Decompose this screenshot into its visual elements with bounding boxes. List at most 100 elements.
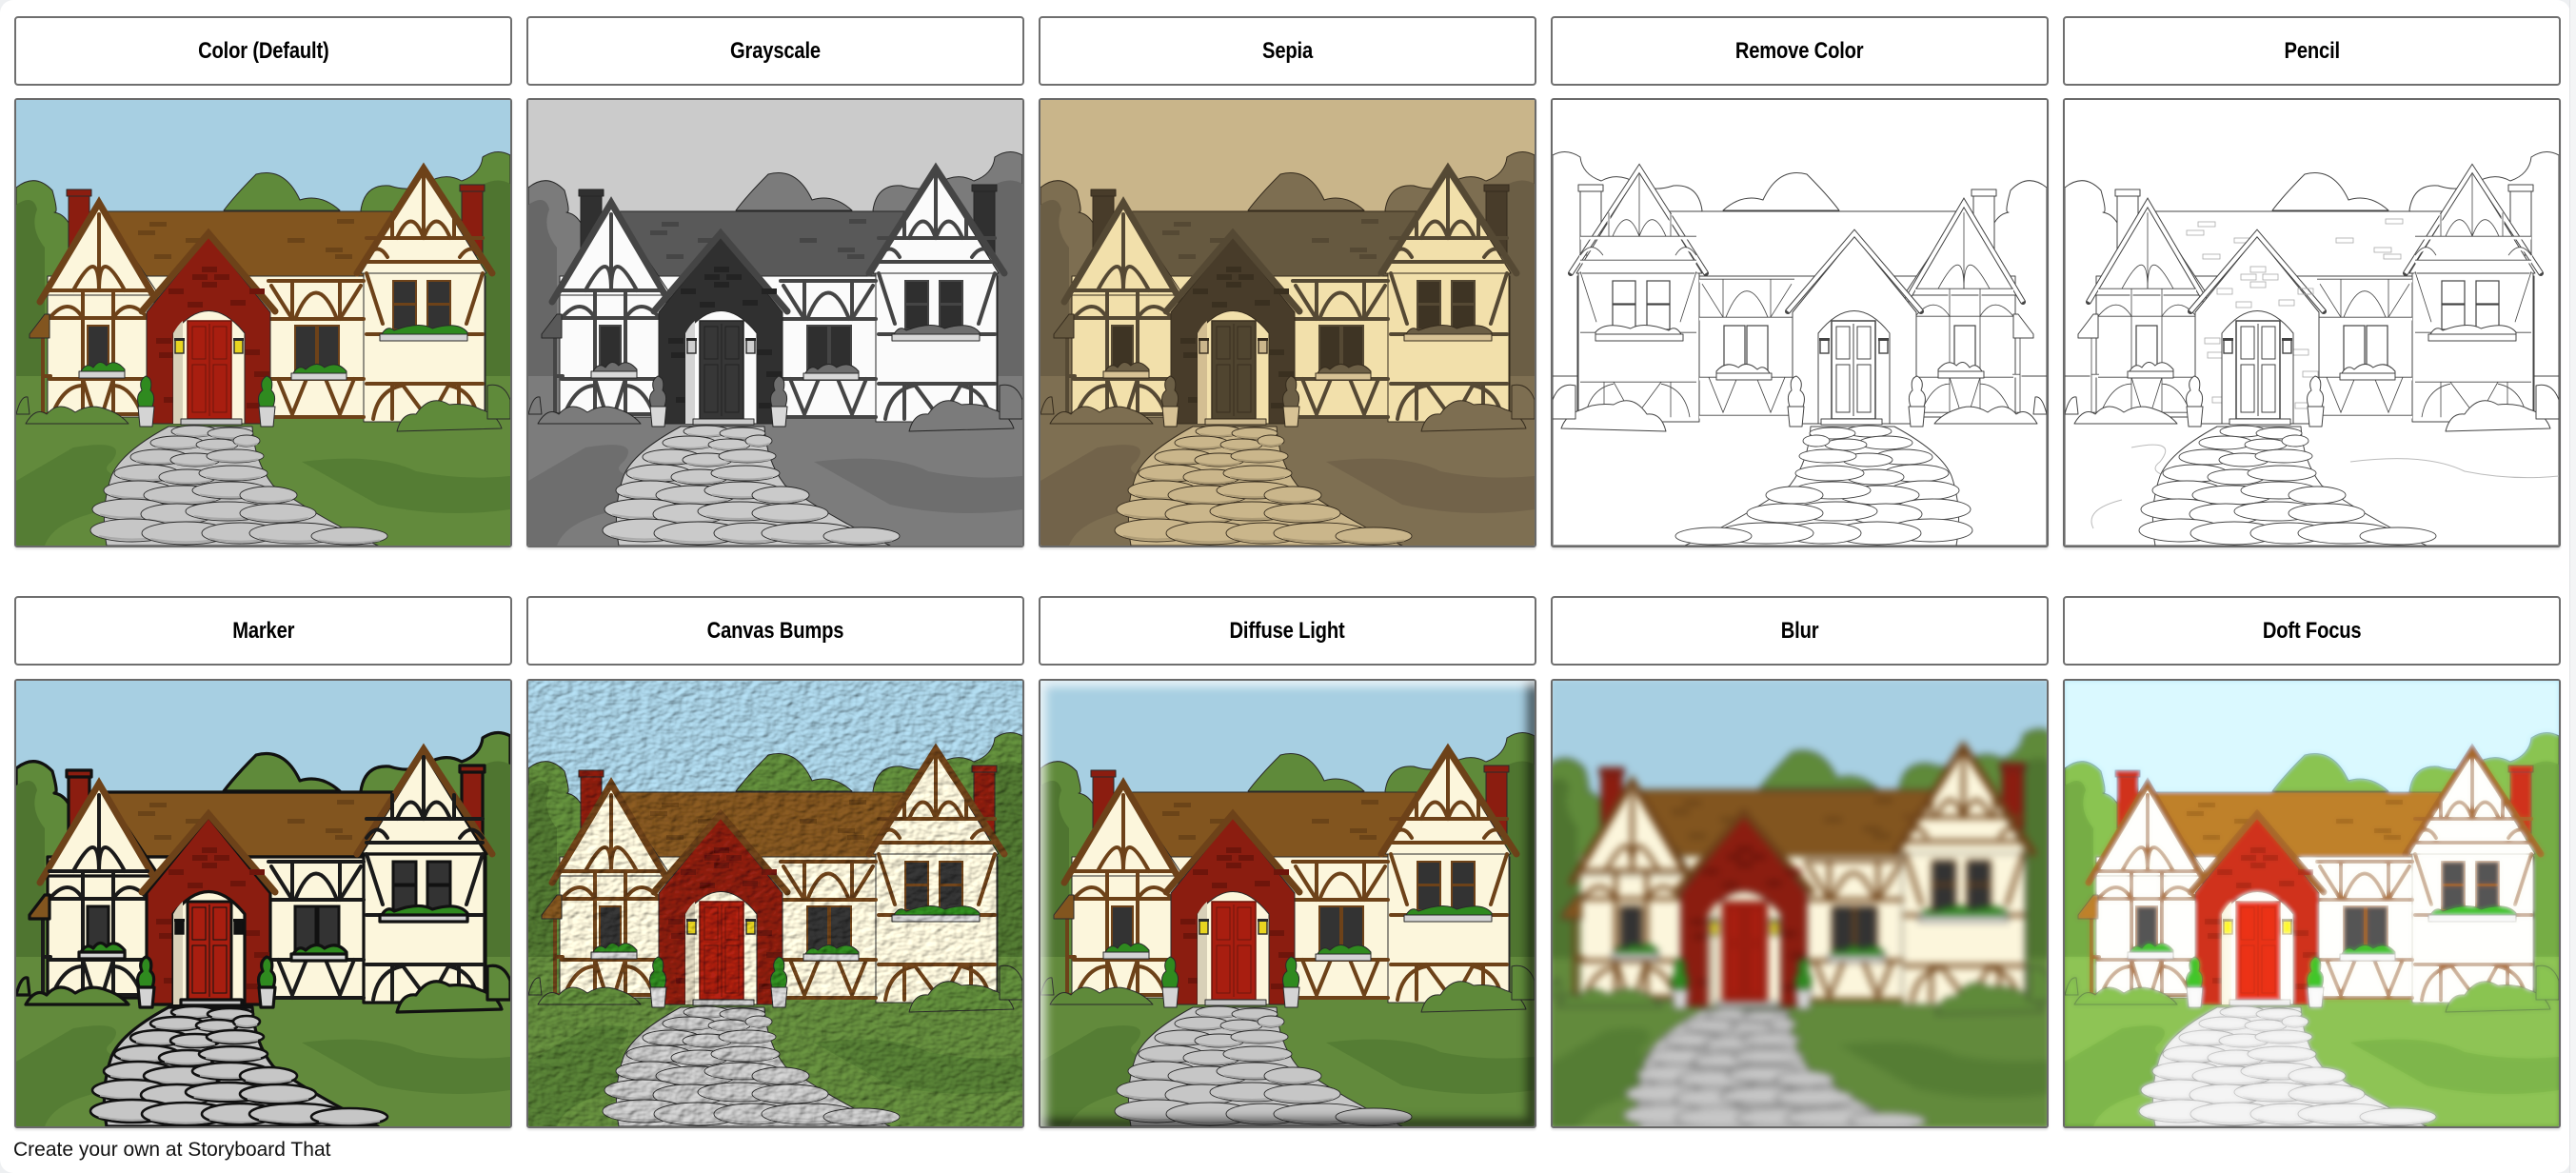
panel-image-blur[interactable] — [1551, 679, 2049, 1128]
roof-shingle — [154, 835, 171, 840]
tudor-house-illustration — [528, 100, 1022, 546]
roof-shingle — [1179, 254, 1196, 259]
planter-left — [1161, 986, 1179, 1008]
roof-shingle — [800, 238, 817, 243]
roof-shingle — [2336, 819, 2353, 824]
main-roof — [1665, 210, 1960, 277]
lantern-left-icon — [686, 920, 697, 935]
porch-brick — [202, 282, 217, 288]
path-stone — [1794, 465, 1865, 482]
window-box-center — [803, 372, 860, 381]
porch-brick — [2241, 855, 2256, 861]
window-right-tr — [939, 280, 963, 305]
chimney-left-cap — [578, 769, 604, 778]
porch-brick — [1736, 845, 1754, 852]
tudor-house-illustration — [16, 681, 510, 1126]
roof-shingle — [2374, 828, 2391, 833]
path-stone — [1746, 503, 1824, 524]
panel-title-box: Sepia — [1039, 16, 1536, 86]
chimney-right-cap — [1483, 765, 1510, 773]
footer-credit-link[interactable]: Create your own at Storyboard That — [13, 1139, 330, 1162]
porch-brick — [249, 288, 265, 294]
roof-shingle — [337, 800, 354, 805]
lantern-left-icon — [174, 920, 185, 935]
path-stone — [1798, 448, 1857, 464]
roof-shingle — [838, 248, 855, 252]
vertical-scrollbar[interactable] — [2569, 0, 2576, 1173]
path-stone — [2244, 438, 2288, 451]
window-right-tl — [1646, 280, 1671, 305]
panel-title-box: Grayscale — [526, 16, 1024, 86]
window-box-center — [1315, 953, 1372, 962]
roof-shingle — [1312, 238, 1329, 243]
panel-image-diffuse-light[interactable] — [1039, 679, 1536, 1128]
window-right-tl — [904, 861, 929, 885]
porch-brick — [245, 349, 260, 355]
panel-image-sepia[interactable] — [1039, 98, 1536, 547]
window-box-center — [1315, 372, 1372, 381]
porch-brick — [1217, 855, 1232, 861]
panel-title: Canvas Bumps — [706, 617, 844, 644]
porch-brick — [2298, 869, 2313, 875]
roof-shingle — [1874, 797, 1892, 803]
porch-brick — [1749, 853, 1766, 861]
roof-shingle — [650, 811, 667, 816]
panel-image-grayscale[interactable] — [526, 98, 1024, 547]
window-right-tl — [1417, 280, 1441, 305]
chimney-right-cap — [458, 764, 486, 774]
chimney-right-cap — [1577, 184, 1604, 192]
panel-title: Marker — [231, 617, 295, 644]
path-stone — [2288, 486, 2347, 505]
porch-brick — [1226, 267, 1241, 272]
porch-brick — [1212, 883, 1227, 888]
roof-shingle — [2386, 800, 2403, 805]
porch-brick — [192, 274, 208, 280]
planter-right — [258, 406, 276, 427]
porch-brick — [1736, 862, 1754, 868]
panel-image-pencil[interactable] — [2063, 98, 2561, 547]
porch-brick — [1274, 869, 1289, 875]
door-step — [1204, 418, 1267, 426]
window-right-tl — [391, 860, 418, 886]
lantern-right-icon — [233, 339, 244, 354]
planter-left — [649, 406, 667, 427]
window-box-right — [1595, 333, 1684, 342]
panel-image-remove-color[interactable] — [1551, 98, 2049, 547]
window-box-left — [590, 951, 638, 960]
panel-title: Color (Default) — [197, 37, 329, 64]
roof-shingle — [2187, 811, 2204, 816]
porch-brick — [681, 288, 696, 294]
lantern-right-icon — [1258, 339, 1268, 354]
porch-brick — [1238, 855, 1254, 861]
roof-shingle — [666, 835, 684, 840]
panel-image-marker[interactable] — [14, 679, 512, 1128]
window-box-left — [590, 370, 638, 379]
roof-shingle — [849, 219, 866, 224]
planter-left — [649, 986, 667, 1008]
window-box-right — [379, 333, 468, 342]
porch-brick — [704, 274, 720, 280]
panel-image-soft-focus[interactable] — [2063, 679, 2561, 1128]
window-box-left — [2127, 370, 2174, 379]
window-box-center — [1715, 372, 1773, 381]
lantern-left-icon — [1199, 339, 1209, 354]
chimney-right-cap — [459, 184, 485, 192]
panel-image-color[interactable] — [14, 98, 512, 547]
planter-left-shrub — [135, 955, 156, 989]
planter-right — [1787, 406, 1805, 427]
lantern-left-icon — [174, 339, 185, 354]
window-box-right — [891, 914, 981, 923]
porch-brick — [714, 847, 729, 853]
roof-shingle — [154, 254, 171, 259]
porch-brick — [1269, 930, 1284, 936]
porch-brick — [1255, 881, 1270, 886]
panel-image-canvas-bumps[interactable] — [526, 679, 1024, 1128]
porch-brick — [714, 282, 729, 288]
porch-brick — [762, 869, 777, 875]
roof-shingle — [1174, 803, 1191, 807]
porch-brick — [714, 267, 729, 272]
roof-shingle — [849, 800, 866, 805]
porch-brick — [1693, 933, 1710, 940]
lantern-right-icon — [1819, 339, 1830, 354]
chimney-left-cap — [1090, 769, 1117, 778]
